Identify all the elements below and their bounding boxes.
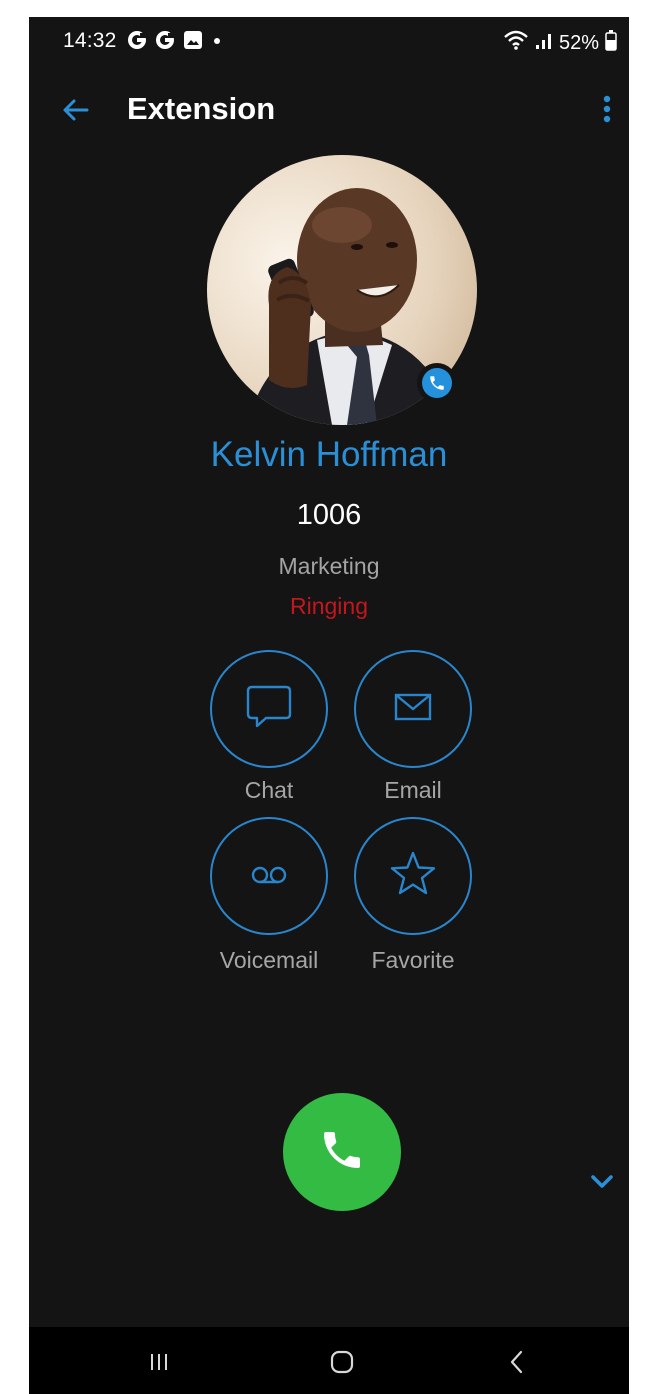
battery-percent: 52% (558, 31, 599, 54)
page-title: Extension (127, 91, 276, 126)
dot-icon (211, 30, 223, 55)
chat-bubble-icon (243, 681, 295, 738)
app-header: Extension (29, 79, 629, 143)
favorite-button[interactable] (354, 817, 472, 935)
back-arrow-icon[interactable] (59, 93, 93, 127)
home-icon[interactable] (322, 1345, 362, 1379)
call-status: Ringing (290, 593, 368, 619)
phone-badge-icon (422, 368, 452, 398)
voicemail-icon (243, 848, 295, 905)
call-status-badge (417, 363, 457, 403)
email-button[interactable] (354, 650, 472, 768)
more-options-icon[interactable] (597, 93, 617, 127)
status-right: 52% (503, 29, 617, 57)
call-button[interactable] (283, 1093, 401, 1211)
voicemail-button[interactable] (210, 817, 328, 935)
battery-icon (605, 29, 617, 57)
email-label: Email (384, 777, 442, 803)
envelope-icon (387, 681, 439, 738)
signal-icon (535, 30, 553, 56)
star-icon (387, 848, 439, 905)
system-nav-bar (29, 1327, 629, 1394)
wifi-icon (503, 29, 529, 57)
google-g-icon (155, 30, 175, 55)
gallery-icon (183, 30, 203, 55)
phone-icon (318, 1126, 366, 1179)
chevron-down-icon[interactable] (584, 1167, 620, 1197)
back-nav-icon[interactable] (497, 1345, 537, 1379)
notification-icons (127, 30, 223, 55)
recent-apps-icon[interactable] (139, 1345, 179, 1379)
contact-avatar (207, 155, 477, 425)
status-time: 14:32 (63, 29, 117, 52)
chat-button[interactable] (210, 650, 328, 768)
status-bar: 14:32 52% (29, 17, 629, 69)
contact-name: Kelvin Hoffman (210, 435, 448, 474)
contact-extension: 1006 (296, 499, 362, 531)
phone-screen: 14:32 52% Extension Kelvin Hoffman 1006 … (29, 17, 629, 1394)
contact-department: Marketing (278, 553, 380, 579)
favorite-label: Favorite (371, 947, 455, 973)
google-g-icon (127, 30, 147, 55)
